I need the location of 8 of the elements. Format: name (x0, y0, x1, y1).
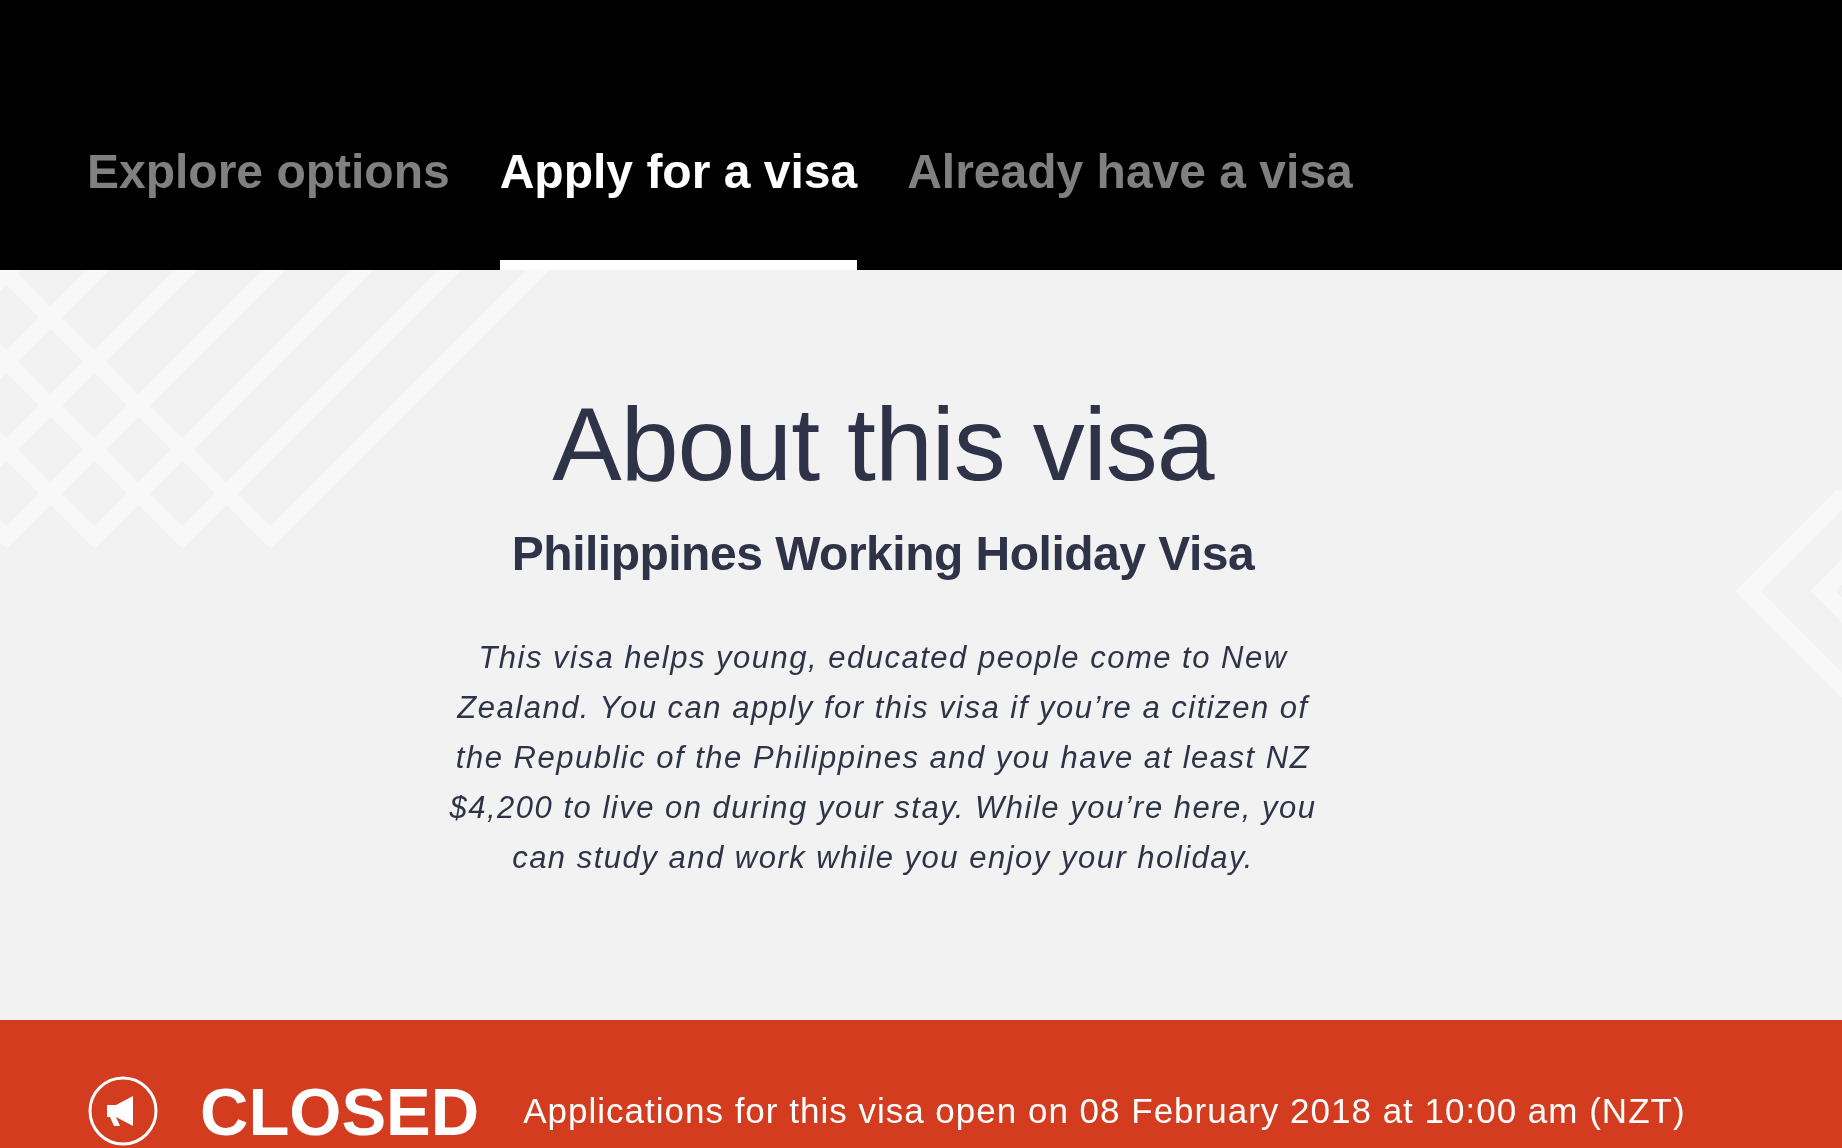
visa-description: This visa helps young, educated people come to New Zealand. You can apply for this visa if you’re a citizen of the Republic of the Philippines and you have at least NZ $4,200 to live on during your stay. While you’re here, you can study and work while you enjoy your holiday. (448, 639, 1318, 877)
nav-tab[interactable]: Explore options (87, 144, 450, 270)
megaphone-icon (88, 1076, 158, 1146)
status-message: Applications for this visa open on 08 February 2018 at 10:00 am (NZT) (523, 1090, 1686, 1132)
visa-name: Philippines Working Holiday Visa (511, 526, 1255, 582)
status-label: CLOSED (200, 1077, 480, 1145)
page-title: About this visa (552, 385, 1214, 504)
nav-tab[interactable]: Already have a visa (907, 144, 1353, 270)
